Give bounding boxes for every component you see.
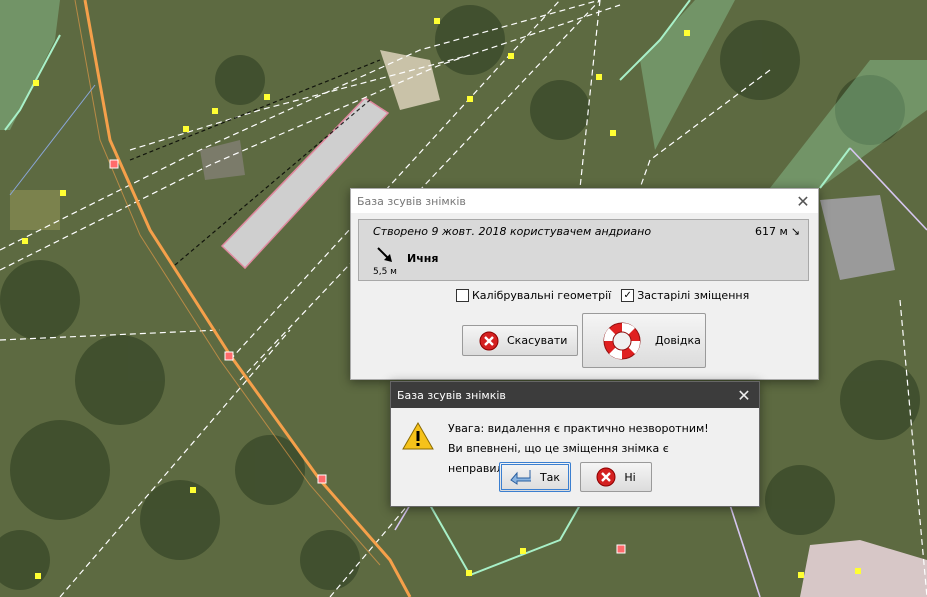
- dialog-title: База зсувів знімків: [357, 194, 466, 208]
- cancel-icon: [479, 331, 499, 350]
- message-line-1: Увага: видалення є практично незворотним…: [448, 422, 709, 435]
- calibration-geometry-checkbox[interactable]: Калібрувальні геометрії: [456, 289, 611, 302]
- entry-created: Створено 9 жовт. 2018 користувачем андри…: [373, 225, 652, 238]
- no-button[interactable]: Ні: [580, 462, 652, 492]
- shift-entry[interactable]: Створено 9 жовт. 2018 користувачем андри…: [358, 219, 809, 281]
- entry-distance: 617 м→: [754, 224, 803, 240]
- checkmark-icon[interactable]: ✓: [621, 289, 635, 302]
- checkbox-label: Застарілі зміщення: [637, 289, 750, 302]
- shift-database-dialog: База зсувів знімків ✕ Створено 9 жовт. 2…: [350, 188, 819, 380]
- confirm-delete-dialog: База зсувів знімків ✕ Увага: видалення є…: [390, 381, 760, 507]
- dialog-titlebar: База зсувів знімків ✕: [391, 382, 759, 408]
- lifebuoy-icon: [603, 322, 641, 359]
- filter-checkboxes: Калібрувальні геометрії ✓ Застарілі зміщ…: [456, 289, 749, 302]
- yes-label: Так: [539, 470, 561, 484]
- entry-name: Ичня: [407, 252, 439, 265]
- close-icon[interactable]: ✕: [788, 189, 818, 213]
- warning-icon: [402, 422, 434, 450]
- help-label: Довідка: [655, 334, 701, 347]
- obsolete-shifts-checkbox[interactable]: ✓ Застарілі зміщення: [621, 289, 749, 302]
- checkbox-label: Калібрувальні геометрії: [472, 289, 612, 302]
- yes-button[interactable]: Так: [499, 462, 571, 492]
- no-label: Ні: [624, 470, 636, 484]
- dialog-title: База зсувів знімків: [397, 388, 506, 402]
- cancel-label: Скасувати: [507, 334, 568, 347]
- dialog-titlebar: База зсувів знімків ✕: [351, 189, 818, 213]
- entry-size: 5,5 м: [373, 267, 397, 277]
- cancel-button[interactable]: Скасувати: [462, 325, 578, 356]
- cancel-icon: [596, 467, 616, 487]
- shift-direction-icon: [377, 247, 392, 262]
- checkbox-unchecked-icon[interactable]: [456, 289, 469, 302]
- help-button[interactable]: Довідка: [582, 313, 706, 368]
- close-icon[interactable]: ✕: [729, 382, 759, 408]
- field: [10, 190, 60, 230]
- direction-arrow-icon: →: [787, 223, 804, 240]
- enter-arrow-icon: [510, 470, 531, 485]
- distance-value: 617 м: [754, 225, 788, 238]
